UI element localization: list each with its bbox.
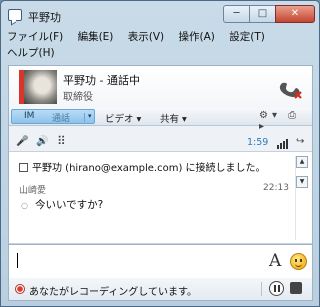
dialpad-icon[interactable]: ⠿ — [57, 134, 66, 148]
text-caret — [17, 253, 18, 268]
tab-im[interactable]: IM 通話 ▾ — [11, 109, 95, 124]
speaker-icon[interactable]: 🔊 — [36, 136, 48, 147]
toolbar-options-icons[interactable]: ⚙▾ ⎙ ▸ — [259, 110, 312, 132]
message-timestamp: 22:13 — [263, 183, 289, 193]
maximize-button[interactable]: □ — [249, 5, 275, 23]
chat-bubble-icon — [8, 9, 22, 21]
scroll-down-button[interactable]: ▼ — [296, 176, 308, 188]
hang-up-icon[interactable] — [277, 78, 303, 100]
recording-icon — [15, 284, 25, 294]
scroll-up-button[interactable]: ▲ — [296, 156, 308, 168]
minimize-button[interactable]: ─ — [223, 5, 249, 23]
tab-video[interactable]: ビデオ ▾ — [105, 111, 141, 125]
menu-bar: ファイル(F) 編集(E) 表示(V) 操作(A) 設定(T) ヘルプ(H) — [7, 29, 315, 61]
call-timer: 1:59 — [247, 137, 269, 148]
recording-status-text: あなたがレコーディングしています。 — [29, 287, 197, 298]
call-control-bar: 🎤 🔊 ⠿ 1:59 ↪ — [9, 134, 312, 152]
message-body: 今いいですか? — [34, 199, 104, 211]
tab-separator — [84, 113, 85, 122]
chevron-down-icon[interactable]: ▾ — [88, 112, 92, 120]
status-divider — [261, 282, 262, 296]
menu-help[interactable]: ヘルプ(H) — [7, 45, 55, 61]
title-bar[interactable]: 平野功 ─ □ ✕ — [1, 1, 319, 28]
tab-im-label: IM — [24, 111, 35, 121]
tab-share[interactable]: 共有 ▾ — [160, 111, 187, 125]
microphone-icon[interactable]: 🎤 — [16, 136, 28, 147]
emoticon-icon[interactable] — [290, 253, 307, 270]
chat-scrollbar[interactable]: ▲ ▼ — [295, 156, 308, 240]
pause-recording-button[interactable] — [269, 281, 284, 296]
message-bullet-icon: ○ — [21, 201, 28, 210]
transfer-icon[interactable]: ↪ — [296, 136, 304, 147]
conversation-panel: 平野功 - 通話中 取締役 IM 通話 ▾ ビデオ ▾ 共有 ▾ ⚙▾ ⎙ ▸ … — [8, 65, 313, 301]
window-controls: ─ □ ✕ — [223, 5, 315, 23]
menu-edit[interactable]: 編集(E) — [78, 29, 114, 45]
contact-name-status[interactable]: 平野功 - 通話中 — [63, 72, 140, 88]
conversation-window: 平野功 ─ □ ✕ ファイル(F) 編集(E) 表示(V) 操作(A) 設定(T… — [0, 0, 320, 307]
window-title: 平野功 — [28, 11, 61, 24]
conversation-toolbar: IM 通話 ▾ ビデオ ▾ 共有 ▾ ⚙▾ ⎙ ▸ — [9, 108, 312, 132]
chat-history[interactable]: 平野功 (hirano@example.com) に接続しました。 山崎愛 22… — [9, 152, 312, 244]
message-text: ○ 今いいですか? — [21, 197, 103, 212]
menu-file[interactable]: ファイル(F) — [7, 29, 63, 45]
menu-view[interactable]: 表示(V) — [128, 29, 164, 45]
system-message-text: 平野功 (hirano@example.com) に接続しました。 — [32, 163, 266, 174]
contact-title: 取締役 — [63, 92, 93, 103]
system-message: 平野功 (hirano@example.com) に接続しました。 — [19, 159, 266, 174]
stop-recording-button[interactable] — [290, 282, 302, 294]
tab-call-label[interactable]: 通話 — [52, 111, 70, 124]
status-bar: あなたがレコーディングしています。 — [9, 278, 312, 300]
menu-actions[interactable]: 操作(A) — [178, 29, 214, 45]
close-button[interactable]: ✕ — [275, 5, 315, 23]
menu-settings[interactable]: 設定(T) — [229, 29, 265, 45]
contact-card: 平野功 - 通話中 取締役 — [9, 66, 312, 108]
message-sender: 山崎愛 — [19, 186, 47, 196]
signal-strength-icon — [277, 138, 289, 149]
font-icon[interactable]: A — [269, 251, 281, 271]
message-input[interactable]: A — [9, 244, 312, 278]
info-icon — [19, 163, 28, 172]
avatar[interactable] — [19, 70, 57, 104]
